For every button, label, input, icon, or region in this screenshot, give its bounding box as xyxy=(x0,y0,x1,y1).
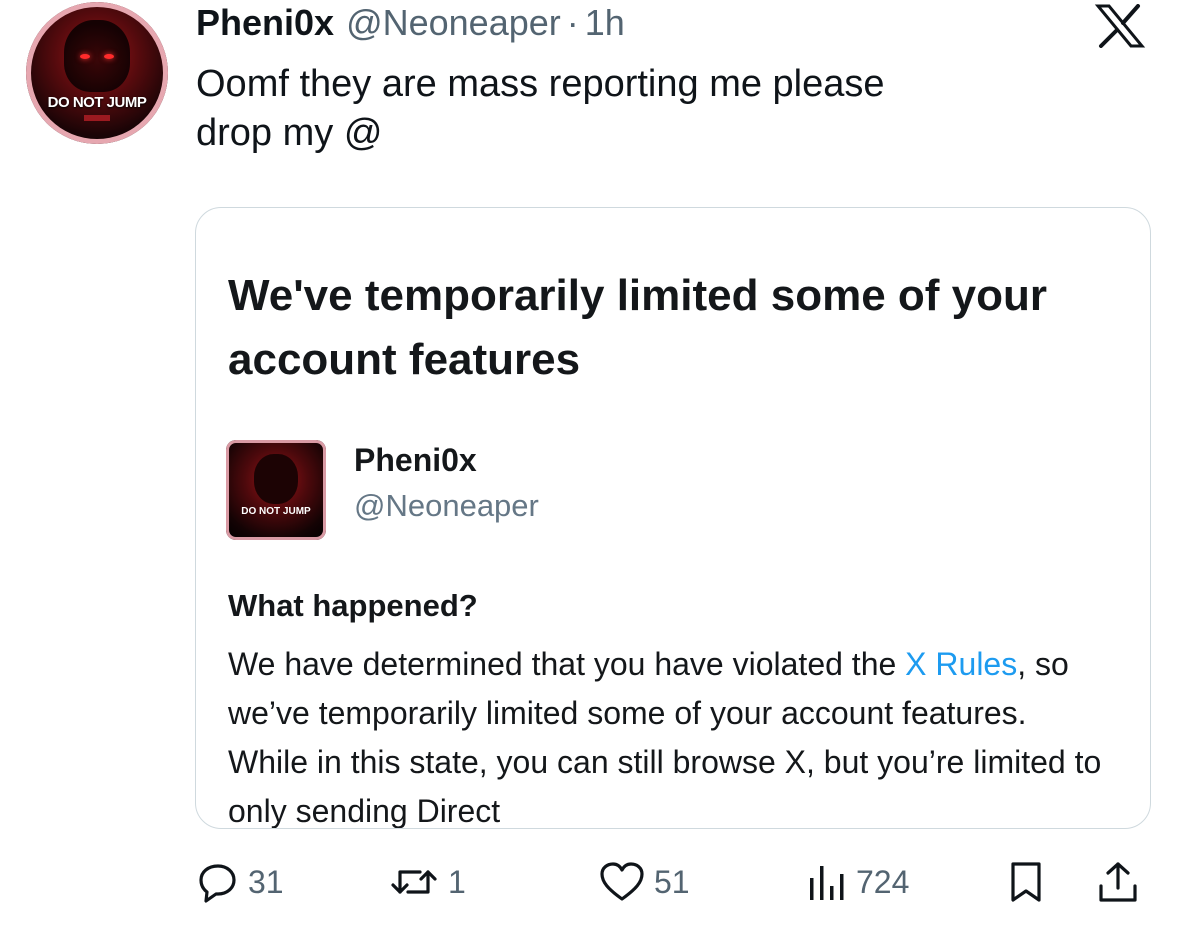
notice-title: We've temporarily limited some of your a… xyxy=(228,271,1047,384)
notice-avatar-text: DO NOT JUMP xyxy=(241,506,311,517)
reply-icon xyxy=(199,864,236,903)
avatar-eye-right xyxy=(104,54,114,59)
header-separator: · xyxy=(566,2,579,43)
notice-avatar-face xyxy=(254,454,298,504)
like-button[interactable]: 51 xyxy=(598,860,690,904)
author-avatar[interactable]: DO NOT JUMP xyxy=(26,2,168,144)
reply-button[interactable]: 31 xyxy=(196,860,284,904)
share-icon xyxy=(1099,862,1137,902)
notice-account-handle: @Neoneaper xyxy=(354,488,539,523)
views-count: 724 xyxy=(856,863,910,900)
like-count: 51 xyxy=(654,863,690,900)
reply-count: 31 xyxy=(248,863,284,900)
repost-icon xyxy=(391,870,437,894)
share-button[interactable] xyxy=(1096,860,1140,904)
tweet-text: Oomf they are mass reporting me please d… xyxy=(196,60,1116,158)
notice-avatar: DO NOT JUMP xyxy=(226,440,326,540)
what-happened-body: We have determined that you have violate… xyxy=(228,640,1108,828)
views-icon xyxy=(810,866,844,900)
x-rules-link[interactable]: X Rules xyxy=(905,646,1017,682)
action-bar: 31 1 51 724 xyxy=(0,850,1179,914)
notice-account-name: Pheni0x xyxy=(354,442,477,478)
body-text-part: We have determined that you have violate… xyxy=(228,646,906,682)
avatar-badge xyxy=(84,115,110,121)
x-logo-icon xyxy=(1094,4,1146,48)
repost-count: 1 xyxy=(448,863,466,900)
tweet-header: Pheni0x @Neoneaper · 1h xyxy=(196,2,625,48)
views-button[interactable]: 724 xyxy=(804,860,909,904)
tweet-timestamp[interactable]: 1h xyxy=(585,2,625,44)
heart-icon xyxy=(600,862,644,901)
avatar-eye-left xyxy=(80,54,90,59)
author-handle[interactable]: @Neoneaper xyxy=(346,2,561,44)
bookmark-button[interactable] xyxy=(1004,860,1048,904)
tweet-text-line: Oomf they are mass reporting me please xyxy=(196,63,885,105)
avatar-face xyxy=(64,20,130,92)
avatar-text: DO NOT JUMP xyxy=(47,94,147,111)
what-happened-heading: What happened? xyxy=(228,588,478,623)
repost-button[interactable]: 1 xyxy=(388,860,466,904)
author-display-name[interactable]: Pheni0x xyxy=(196,2,334,44)
bookmark-icon xyxy=(1011,862,1041,902)
tweet-text-line: drop my @ xyxy=(196,112,383,154)
attached-screenshot-card[interactable]: We've temporarily limited some of your a… xyxy=(195,207,1151,829)
